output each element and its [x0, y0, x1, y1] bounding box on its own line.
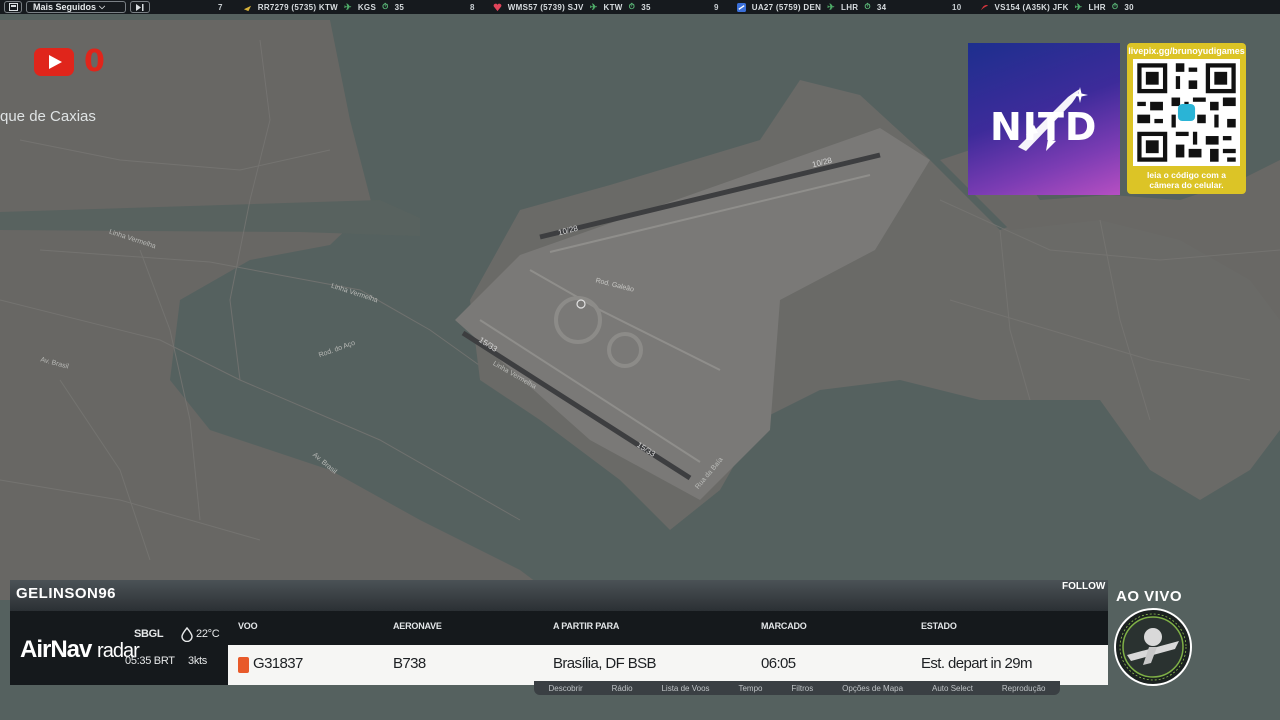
panel-header [10, 580, 1108, 611]
ticker-flight-info: UA27 (5759) DEN [751, 2, 822, 12]
airnav-radar-logo: AirNav radar [20, 636, 140, 664]
aircraft-type: B738 [393, 655, 426, 672]
plane-icon: ✈ [344, 1, 352, 12]
menu-weather[interactable]: Tempo [738, 684, 762, 693]
viewer-count: 0 [84, 44, 105, 79]
sparkle-icon [1072, 87, 1088, 103]
airline-logo-icon [736, 2, 746, 12]
menu-discover[interactable]: Descobrir [548, 684, 582, 693]
ticker-destination: KGS [357, 2, 377, 12]
dropdown-label: Mais Seguidos [33, 2, 97, 12]
menu-flight-list[interactable]: Lista de Voos [661, 684, 709, 693]
column-header-status: ESTADO [921, 621, 957, 631]
ticker-rank: 10 [952, 2, 962, 12]
app-menu-button[interactable] [4, 1, 22, 13]
ticker-minutes: 30 [1124, 2, 1134, 12]
map-place-label: que de Caxias [0, 108, 96, 125]
route: Brasília, DF BSB [553, 655, 657, 672]
qr-code-icon [1133, 59, 1240, 166]
live-indicator: AO VIVO [1116, 588, 1183, 605]
qr-caption-line: câmera do celular. [1149, 180, 1224, 190]
airline-badge-icon [238, 657, 249, 673]
airline-logo-icon [980, 4, 988, 10]
ticker-minutes: 35 [394, 2, 405, 12]
airport-code: SBGL [134, 628, 164, 640]
weather-drop-icon [181, 627, 193, 642]
flight-time-icon: ⏱ [864, 2, 871, 11]
window-icon [8, 3, 18, 11]
top-ticker-bar: Mais Seguidos ⌵ 7 RR7279 (5735) KTW ✈ KG… [0, 0, 1280, 14]
qr-caption-line: leia o código com a [1147, 170, 1226, 180]
flight-time-icon: ⏱ [382, 2, 389, 11]
flight-status: Est. depart in 29m [921, 655, 1033, 672]
ticker-minutes: 35 [641, 2, 651, 12]
follow-button[interactable]: FOLLOW [1062, 581, 1105, 592]
ticker-flight[interactable]: 10 VS154 (A35K) JFK ✈ LHR ⏱ 30 [952, 0, 1134, 14]
ticker-flight[interactable]: 7 RR7279 (5735) KTW ✈ KGS ⏱ 35 [218, 0, 404, 14]
flight-number: G31837 [253, 655, 303, 672]
column-header-route: A PARTIR PARA [553, 621, 620, 631]
ticker-flight[interactable]: 9 UA27 (5759) DEN ✈ LHR ⏱ 34 [714, 0, 886, 14]
local-time: 05:35 BRT [125, 655, 175, 667]
nitd-sponsor-banner[interactable]: NITD [968, 43, 1120, 195]
ticker-rank: 8 [470, 2, 475, 12]
airline-logo-icon [243, 5, 251, 11]
skip-button[interactable] [130, 1, 150, 13]
menu-auto-select[interactable]: Auto Select [932, 684, 973, 693]
plane-icon: ✈ [1074, 1, 1083, 12]
menu-map-options[interactable]: Opções de Mapa [842, 684, 903, 693]
ticker-destination: KTW [603, 2, 623, 12]
flight-time-icon: ⏱ [1111, 2, 1119, 11]
temperature: 22°C [196, 628, 220, 640]
ticker-destination: LHR [841, 2, 859, 12]
menu-radio[interactable]: Rádio [612, 684, 633, 693]
ticker-rank: 7 [218, 2, 223, 12]
flight-time-icon: ⏱ [628, 2, 636, 11]
channel-badge-icon [1114, 608, 1192, 686]
skip-next-icon [136, 3, 144, 11]
column-header-flight: VOO [238, 621, 258, 631]
menu-playback[interactable]: Reprodução [1002, 684, 1046, 693]
ticker-destination: LHR [1088, 2, 1106, 12]
youtube-live-counter: 0 [34, 44, 105, 79]
airline-logo-icon [493, 3, 502, 11]
menu-filters[interactable]: Filtros [791, 684, 813, 693]
column-header-scheduled: MARCADO [761, 621, 807, 631]
ticker-rank: 9 [714, 2, 719, 12]
plane-icon: ✈ [589, 1, 598, 12]
ticker-minutes: 34 [876, 2, 887, 12]
scheduled-time: 06:05 [761, 655, 796, 672]
bottom-menu: Descobrir Rádio Lista de Voos Tempo Filt… [534, 681, 1060, 695]
ticker-flight-info: VS154 (A35K) JFK [994, 2, 1069, 12]
ticker-flight[interactable]: 8 WMS57 (5739) SJV ✈ KTW ⏱ 35 [470, 0, 651, 14]
chevron-down-icon: ⌵ [99, 2, 106, 11]
tracked-username: GELINSON96 [16, 585, 117, 602]
qr-caption: leia o código com a câmera do celular. [1127, 170, 1246, 190]
plane-icon: ✈ [827, 1, 836, 12]
youtube-icon [34, 47, 74, 76]
column-header-aircraft: AERONAVE [393, 621, 442, 631]
nitd-logo-text: NITD [990, 105, 1098, 149]
qr-url: livepix.gg/brunoyudigames [1128, 46, 1245, 56]
ticker-flight-info: WMS57 (5739) SJV [507, 2, 584, 12]
brand-main: AirNav [20, 636, 92, 663]
ticker-flight-info: RR7279 (5735) KTW [257, 2, 338, 12]
wind-speed: 3kts [188, 655, 207, 667]
livepix-qr-panel[interactable]: livepix.gg/brunoyudigames leia o código … [1127, 43, 1246, 194]
most-followed-dropdown[interactable]: Mais Seguidos ⌵ [26, 1, 126, 13]
